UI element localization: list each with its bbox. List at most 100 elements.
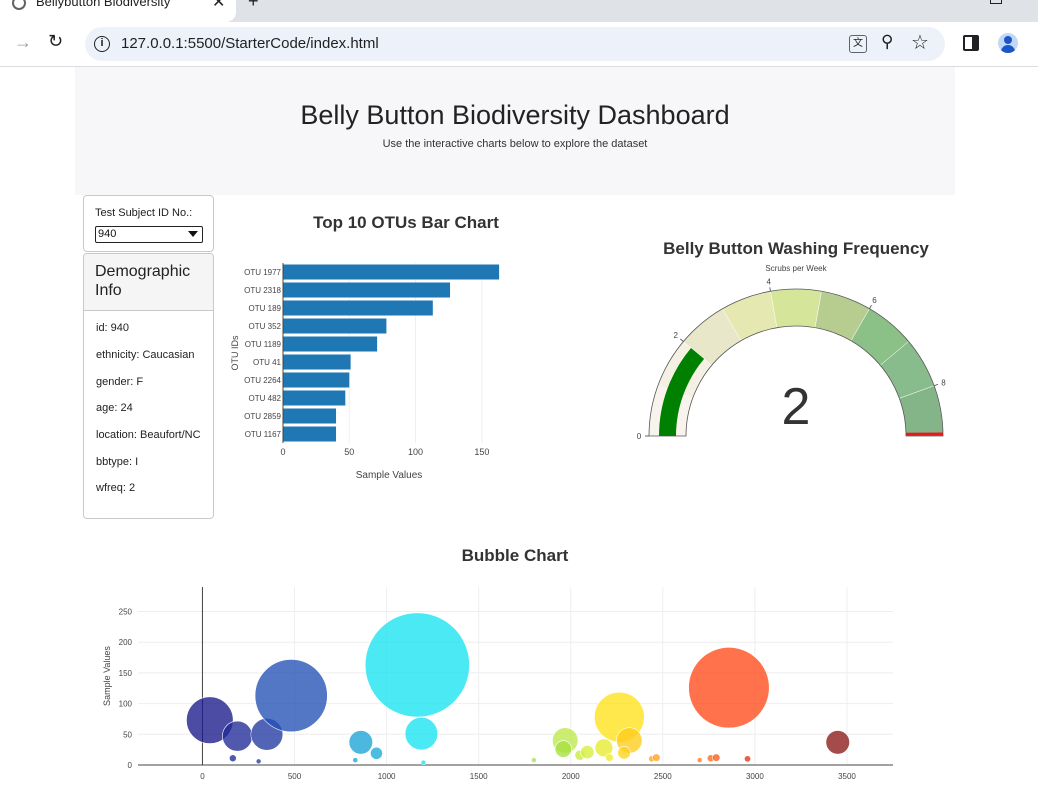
bar-mark	[283, 354, 351, 370]
demographic-item: age: 24	[96, 402, 133, 414]
gauge-title: Belly Button Washing Frequency	[663, 239, 929, 258]
bar-x-tick: 50	[344, 447, 354, 457]
gauge-tick	[680, 338, 684, 342]
gauge-tick	[769, 287, 771, 292]
bar-y-tick: OTU 482	[249, 394, 282, 403]
bubble-mark	[712, 753, 721, 762]
reload-icon[interactable]: ↻	[48, 31, 63, 52]
zoom-icon[interactable]: ⚲	[881, 32, 893, 52]
bubble-mark	[605, 753, 614, 762]
bubble-mark	[348, 730, 373, 755]
bubble-chart-title: Bubble Chart	[462, 546, 569, 565]
bubble-mark	[370, 746, 383, 760]
chevron-down-icon	[188, 231, 198, 237]
bubble-mark	[652, 753, 661, 762]
bar-x-tick: 150	[474, 447, 489, 457]
bubble-mark	[229, 754, 237, 763]
bubble-mark	[617, 746, 631, 760]
bubble-x-tick: 3500	[838, 772, 856, 781]
url-text[interactable]: 127.0.0.1:5500/StarterCode/index.html	[121, 35, 379, 52]
bubble-x-tick: 2000	[562, 772, 580, 781]
page-subtitle: Use the interactive charts below to expl…	[382, 138, 648, 150]
bubble-y-tick: 150	[119, 669, 133, 678]
gauge-chart[interactable]: Belly Button Washing Frequency Scrubs per…	[628, 225, 968, 475]
dropdown-value: 940	[98, 228, 117, 240]
gauge-tick-label: 2	[674, 331, 679, 340]
bar-y-tick: OTU 2318	[244, 286, 281, 295]
bar-y-tick: OTU 189	[249, 304, 282, 313]
bar-mark	[283, 336, 378, 352]
bubble-y-tick: 200	[119, 638, 133, 647]
bubble-mark	[254, 659, 328, 733]
bar-x-label: Sample Values	[356, 470, 423, 481]
bar-chart[interactable]: Top 10 OTUs Bar Chart 0 50 100 150 OTU 1977 OT…	[228, 200, 528, 490]
gauge-tick-label: 0	[637, 432, 642, 441]
page-title: Belly Button Biodiversity Dashboard	[300, 100, 730, 130]
bar-mark	[283, 318, 387, 334]
bar-mark	[283, 408, 337, 424]
bubble-y-label: Sample Values	[102, 646, 112, 706]
browser-tab[interactable]: Bellybutton Biodiversity ✕	[0, 0, 236, 22]
bubble-mark	[364, 612, 470, 718]
bubble-mark	[531, 757, 537, 763]
window-control-icon[interactable]	[990, 0, 1002, 4]
bubble-y-tick: 50	[123, 730, 132, 739]
bar-chart-title: Top 10 OTUs Bar Chart	[313, 213, 499, 232]
gauge-subtitle: Scrubs per Week	[765, 264, 827, 273]
bubble-mark	[222, 720, 253, 752]
bar-y-tick: OTU 1167	[245, 430, 282, 439]
demographic-item: id: 940	[96, 322, 130, 334]
demographic-item: gender: F	[96, 376, 144, 388]
bookmark-star-icon[interactable]: ☆	[911, 30, 929, 55]
bubble-mark	[744, 755, 752, 763]
bar-mark	[283, 300, 433, 316]
bubble-y-tick: 250	[119, 608, 133, 617]
bubble-mark	[825, 730, 850, 755]
tab-title: Bellybutton Biodiversity	[36, 0, 171, 9]
demographic-title: Demographic Info	[95, 263, 191, 299]
favicon-icon	[12, 0, 26, 10]
bar-mark	[283, 426, 337, 442]
gauge-step	[770, 288, 822, 328]
bar-mark	[283, 282, 451, 298]
bubble-mark	[404, 717, 439, 751]
bar-x-tick: 100	[408, 447, 423, 457]
bar-y-label: OTU IDs	[230, 335, 240, 370]
bubble-x-tick: 500	[288, 772, 302, 781]
demographic-item: wfreq: 2	[96, 482, 136, 494]
gauge-tick-label: 4	[767, 277, 772, 286]
bar-y-tick: OTU 1189	[245, 340, 282, 349]
bubble-mark	[688, 647, 770, 729]
new-tab-button[interactable]: +	[248, 0, 259, 12]
translate-icon[interactable]: 文	[849, 35, 867, 53]
bar-x-tick: 0	[280, 447, 285, 457]
close-icon[interactable]: ✕	[212, 0, 225, 12]
demographic-panel-header: Demographic Info	[84, 254, 213, 311]
page-header: Belly Button Biodiversity Dashboard Use …	[75, 67, 955, 195]
bar-y-tick: OTU 2859	[244, 412, 281, 421]
gauge-value-label: 2	[782, 378, 811, 436]
bar-y-tick: OTU 1977	[244, 268, 281, 277]
demographic-item: ethnicity: Caucasian	[96, 349, 195, 361]
bar-y-tick: OTU 41	[253, 358, 282, 367]
address-bar[interactable]: i 127.0.0.1:5500/StarterCode/index.html …	[85, 27, 945, 61]
bar-mark	[283, 264, 500, 280]
bubble-x-tick: 1500	[470, 772, 488, 781]
bar-y-tick: OTU 352	[249, 322, 282, 331]
gauge-tick	[869, 305, 872, 309]
bubble-x-tick: 2500	[654, 772, 672, 781]
side-panel-icon[interactable]	[963, 35, 979, 51]
gauge-tick-label: 6	[872, 296, 877, 305]
gauge-tick-label: 8	[941, 378, 946, 387]
bubble-mark	[554, 740, 572, 758]
profile-avatar-icon[interactable]	[998, 33, 1018, 53]
site-info-icon[interactable]: i	[94, 36, 110, 52]
subject-id-dropdown[interactable]: 940	[95, 226, 203, 243]
forward-icon[interactable]: →	[14, 32, 32, 53]
demographic-item: bbtype: I	[96, 456, 139, 468]
bubble-mark	[580, 745, 595, 760]
bubble-x-tick: 0	[200, 772, 205, 781]
bar-mark	[283, 390, 346, 406]
bubble-chart[interactable]: Bubble Chart0 500 1000 1500 2000 2500 3000 3500…	[90, 535, 920, 797]
demographic-item: location: Beaufort/NC	[96, 429, 201, 441]
